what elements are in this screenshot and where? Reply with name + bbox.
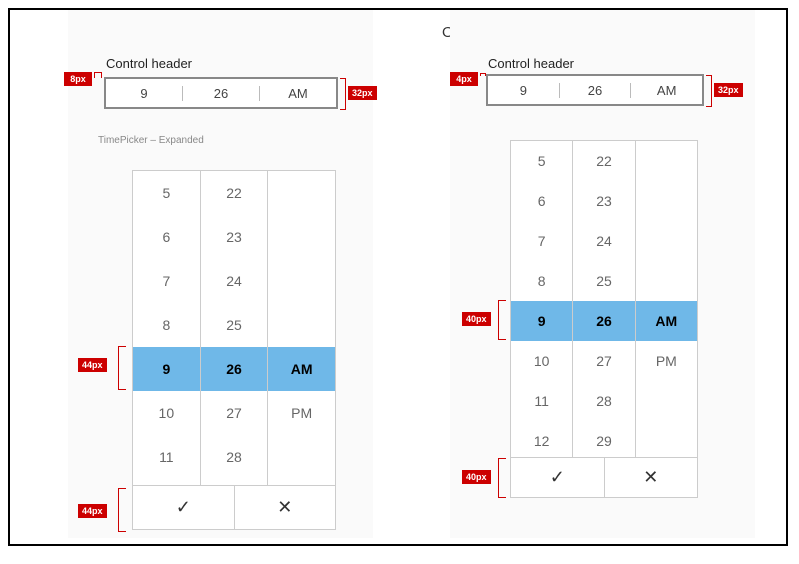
control-header-label: Control header	[488, 56, 755, 71]
picker-cell[interactable]: 25	[573, 261, 634, 301]
picker-cell[interactable]: 11	[511, 381, 572, 421]
picker-columns: 56789101112 2223242526272829 AMPM	[133, 171, 335, 485]
picker-cell[interactable]: 5	[133, 171, 200, 215]
cancel-button[interactable]: ✕	[605, 458, 698, 497]
picker-cell[interactable]: 9	[511, 301, 572, 341]
bracket-32px	[340, 78, 346, 110]
hour-column[interactable]: 5678910111213	[511, 141, 573, 457]
period-column[interactable]: AMPM	[636, 141, 697, 457]
bracket-40px-footer	[498, 458, 506, 498]
picker-cell[interactable]: 10	[133, 391, 200, 435]
picker-cell[interactable]: 6	[511, 181, 572, 221]
picker-cell[interactable]: 23	[201, 215, 268, 259]
picker-cell[interactable]: PM	[636, 341, 697, 381]
close-icon: ✕	[643, 467, 658, 488]
picker-cell[interactable]: 7	[133, 259, 200, 303]
picker-cell[interactable]: 24	[201, 259, 268, 303]
picker-cell[interactable]: AM	[636, 301, 697, 341]
comparison-frame: Previous Releases of Windows 10 October …	[8, 8, 788, 546]
picker-cell[interactable]: 23	[573, 181, 634, 221]
anno-row-44px: 44px	[78, 358, 107, 372]
accept-button[interactable]: ✓	[133, 486, 235, 529]
collapsed-minute[interactable]: 26	[560, 83, 632, 98]
bracket-32px	[706, 75, 712, 107]
collapsed-hour[interactable]: 9	[488, 83, 560, 98]
check-icon: ✓	[176, 497, 191, 518]
anno-collapsed-32px: 32px	[348, 86, 377, 100]
picker-columns: 5678910111213 222324252627282930 AMPM	[511, 141, 697, 457]
picker-cell[interactable]	[268, 435, 335, 479]
picker-cell[interactable]: PM	[268, 391, 335, 435]
picker-footer: ✓ ✕	[133, 485, 335, 529]
picker-cell[interactable]: 11	[133, 435, 200, 479]
bracket-8px	[94, 72, 102, 78]
bracket-40px-row	[498, 300, 506, 340]
picker-cell[interactable]: 29	[201, 479, 268, 485]
picker-cell[interactable]: 29	[573, 421, 634, 457]
picker-cell[interactable]: 27	[201, 391, 268, 435]
collapsed-hour[interactable]: 9	[106, 86, 183, 101]
anno-row-40px: 40px	[462, 312, 491, 326]
picker-cell[interactable]: 22	[201, 171, 268, 215]
picker-cell[interactable]: AM	[268, 347, 335, 391]
picker-cell[interactable]	[636, 141, 697, 181]
picker-cell[interactable]: 6	[133, 215, 200, 259]
time-picker-expanded[interactable]: 5678910111213 222324252627282930 AMPM ✓ …	[510, 140, 698, 498]
anno-header-gap-4px: 4px	[450, 72, 478, 86]
sublabel-expanded: TimePicker – Expanded	[98, 135, 373, 146]
picker-cell[interactable]	[268, 479, 335, 485]
close-icon: ✕	[277, 497, 292, 518]
picker-cell[interactable]: 8	[133, 303, 200, 347]
bracket-44px-footer	[118, 488, 126, 532]
control-header-label: Control header	[106, 56, 373, 71]
picker-cell[interactable]: 10	[511, 341, 572, 381]
picker-cell[interactable]: 9	[133, 347, 200, 391]
picker-cell[interactable]: 7	[511, 221, 572, 261]
picker-cell[interactable]: 5	[511, 141, 572, 181]
picker-cell[interactable]	[636, 381, 697, 421]
picker-cell[interactable]	[636, 261, 697, 301]
time-picker-collapsed[interactable]: 9 26 AM	[104, 77, 338, 109]
picker-cell[interactable]: 22	[573, 141, 634, 181]
cancel-button[interactable]: ✕	[235, 486, 336, 529]
minute-column[interactable]: 2223242526272829	[201, 171, 269, 485]
minute-column[interactable]: 222324252627282930	[573, 141, 635, 457]
picker-cell[interactable]	[636, 221, 697, 261]
time-picker-expanded[interactable]: 56789101112 2223242526272829 AMPM ✓ ✕	[132, 170, 336, 530]
picker-cell[interactable]: 28	[201, 435, 268, 479]
collapsed-period[interactable]: AM	[631, 83, 702, 98]
hour-column[interactable]: 56789101112	[133, 171, 201, 485]
anno-footer-44px: 44px	[78, 504, 107, 518]
accept-button[interactable]: ✓	[511, 458, 605, 497]
picker-cell[interactable]	[268, 303, 335, 347]
picker-cell[interactable]	[268, 215, 335, 259]
time-picker-collapsed[interactable]: 9 26 AM	[486, 74, 704, 106]
check-icon: ✓	[550, 467, 565, 488]
picker-cell[interactable]: 26	[201, 347, 268, 391]
picker-cell[interactable]	[268, 171, 335, 215]
picker-cell[interactable]: 26	[573, 301, 634, 341]
bracket-44px-row	[118, 346, 126, 390]
picker-cell[interactable]: 28	[573, 381, 634, 421]
picker-cell[interactable]: 12	[133, 479, 200, 485]
collapsed-minute[interactable]: 26	[183, 86, 260, 101]
picker-cell[interactable]: 25	[201, 303, 268, 347]
picker-cell[interactable]: 27	[573, 341, 634, 381]
anno-footer-40px: 40px	[462, 470, 491, 484]
picker-cell[interactable]: 24	[573, 221, 634, 261]
anno-collapsed-32px: 32px	[714, 83, 743, 97]
collapsed-period[interactable]: AM	[260, 86, 336, 101]
picker-cell[interactable]	[636, 421, 697, 457]
anno-header-gap-8px: 8px	[64, 72, 92, 86]
picker-cell[interactable]	[636, 181, 697, 221]
period-column[interactable]: AMPM	[268, 171, 335, 485]
picker-cell[interactable]: 12	[511, 421, 572, 457]
picker-footer: ✓ ✕	[511, 457, 697, 497]
panel-october2018: Control header 4px 9 26 AM 32px 56789101…	[450, 10, 755, 538]
bracket-4px	[480, 73, 486, 76]
picker-cell[interactable]: 8	[511, 261, 572, 301]
picker-cell[interactable]	[268, 259, 335, 303]
panel-previous: Control header 8px 9 26 AM 32px TimePick…	[68, 10, 373, 538]
